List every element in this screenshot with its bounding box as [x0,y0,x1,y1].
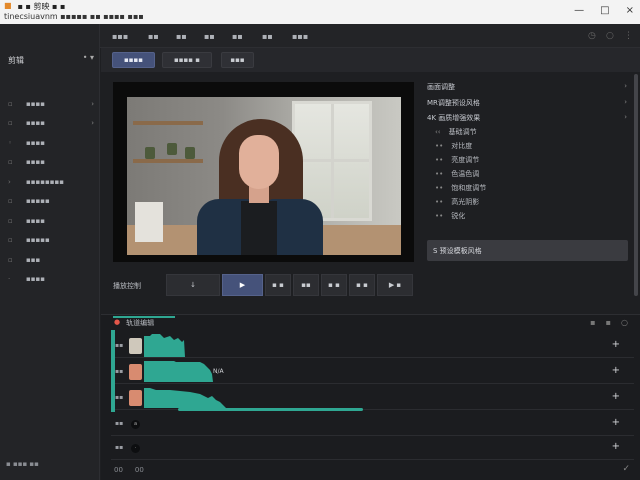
track-selection-bar[interactable] [111,330,115,412]
waveform-clip [144,361,213,382]
check-icon[interactable]: ✓ [622,464,630,474]
waveform-clip [144,388,226,408]
waveform-clip [144,334,185,357]
footer-value: 00 [114,466,123,474]
footer-value: 00 [134,466,144,474]
timeline-footer: 00 00 [114,466,144,474]
playhead-bar[interactable] [178,408,363,411]
